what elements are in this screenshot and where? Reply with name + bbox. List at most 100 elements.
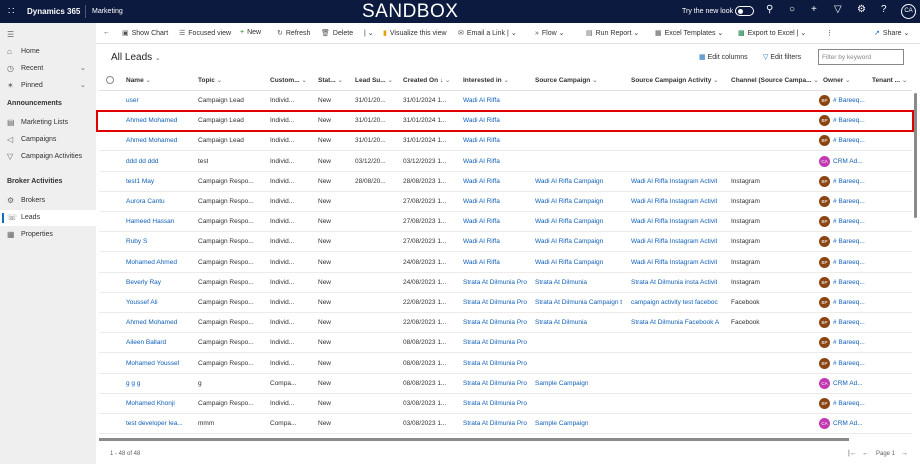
table-row[interactable]: Ahmed Mohamed Campaign Respo... Individ...…: [99, 313, 912, 334]
cell-owner[interactable]: # Bareeq...: [833, 178, 865, 185]
cell-activity[interactable]: Wadi Al Riffa Instagram Activit: [631, 238, 717, 245]
column-header[interactable]: Tenant ... ⌄: [872, 76, 907, 84]
sidebar-item-pinned[interactable]: ✶ Pinned ⌄: [0, 78, 96, 94]
table-row[interactable]: Mohamed Ahmed Campaign Respo... Individ...…: [99, 253, 912, 273]
cell-name[interactable]: Mohamed Youssef: [126, 360, 179, 367]
plus-icon[interactable]: +: [811, 4, 817, 15]
more-options-icon[interactable]: ⋮: [826, 29, 833, 37]
cell-interested[interactable]: Strata At Dilmunia Pro: [463, 420, 527, 427]
cell-campaign[interactable]: Wadi Al Riffa Campaign: [535, 198, 603, 205]
back-button[interactable]: ←: [103, 29, 110, 36]
focused-view-button[interactable]: ☰ Focused view: [179, 29, 231, 37]
cell-activity[interactable]: Strata At Dilmunia Facebook A: [631, 319, 719, 326]
filter-input[interactable]: Filter by keyword: [818, 49, 904, 65]
column-header[interactable]: Lead Su... ⌄: [355, 76, 393, 84]
cell-activity[interactable]: campaign activity test faceboc: [631, 299, 718, 306]
chevron-down-icon[interactable]: ⌄: [80, 81, 86, 89]
column-header[interactable]: Topic ⌄: [198, 76, 222, 84]
cell-owner[interactable]: # Bareeq...: [833, 137, 865, 144]
cell-campaign[interactable]: Strata At Dilmunia Campaign t: [535, 299, 622, 306]
cell-campaign[interactable]: Wadi Al Riffa Campaign: [535, 218, 603, 225]
cell-name[interactable]: Aileen Ballard: [126, 339, 166, 346]
help-icon[interactable]: ?: [881, 4, 887, 15]
cell-interested[interactable]: Strata At Dilmunia Pro: [463, 279, 527, 286]
sidebar-item-campaigns[interactable]: ◁ Campaigns: [0, 132, 96, 148]
flow-button[interactable]: » Flow ⌄: [535, 29, 565, 37]
new-button[interactable]: + New: [240, 29, 261, 36]
cell-interested[interactable]: Strata At Dilmunia Pro: [463, 380, 527, 387]
cell-owner[interactable]: # Bareeq...: [833, 259, 865, 266]
table-row[interactable]: test1 May Campaign Respo... Individ... New 2…: [99, 172, 912, 192]
cell-campaign[interactable]: Sample Campaign: [535, 380, 588, 387]
edit-filters-button[interactable]: ▽ Edit filters: [763, 53, 801, 61]
cell-owner[interactable]: # Bareeq...: [833, 198, 865, 205]
table-row[interactable]: Beverly Ray Campaign Respo... Individ... Ne…: [99, 273, 912, 293]
table-row[interactable]: Hameed Hassan Campaign Respo... Individ...…: [99, 212, 912, 233]
previous-page-button[interactable]: ←: [862, 450, 869, 457]
cell-owner[interactable]: CRM Ad...: [833, 158, 863, 165]
cell-interested[interactable]: Wadi Al Riffa: [463, 198, 500, 205]
cell-campaign[interactable]: Sample Campaign: [535, 420, 588, 427]
cell-name[interactable]: g g g: [126, 380, 140, 387]
table-row[interactable]: user Campaign Lead Individ... New 31/01/20..…: [99, 91, 912, 111]
cell-interested[interactable]: Wadi Al Riffa: [463, 178, 500, 185]
cell-name[interactable]: test1 May: [126, 178, 154, 185]
excel-templates-button[interactable]: ▦ Excel Templates ⌄: [655, 29, 723, 37]
table-row[interactable]: test developer lea... mmm Compa... New 03/08…: [99, 414, 912, 435]
cell-owner[interactable]: CRM Ad...: [833, 380, 863, 387]
refresh-button[interactable]: ↻ Refresh: [277, 29, 310, 37]
cell-owner[interactable]: # Bareeq...: [833, 339, 865, 346]
filter-icon[interactable]: ▽: [834, 4, 842, 15]
column-header[interactable]: Source Campaign Activity ⌄: [631, 76, 719, 84]
table-row[interactable]: g g g g Compa... New 08/08/2023 1... Strata A…: [99, 374, 912, 394]
cell-name[interactable]: Beverly Ray: [126, 279, 161, 286]
cell-interested[interactable]: Wadi Al Riffa: [463, 158, 500, 165]
column-header[interactable]: Name ⌄: [126, 76, 151, 84]
column-header[interactable]: Source Campaign ⌄: [535, 76, 598, 84]
view-selector[interactable]: All Leads ⌄: [111, 52, 161, 63]
vertical-scrollbar[interactable]: [914, 93, 917, 218]
sidebar-item-home[interactable]: ⌂ Home: [0, 44, 96, 60]
cell-name[interactable]: Mohamed Ahmed: [126, 259, 177, 266]
cell-name[interactable]: Youssef Ali: [126, 299, 158, 306]
next-page-button[interactable]: →: [901, 450, 908, 457]
cell-interested[interactable]: Wadi Al Riffa: [463, 238, 500, 245]
cell-owner[interactable]: # Bareeq...: [833, 97, 865, 104]
column-header[interactable]: Custom... ⌄: [270, 76, 307, 84]
table-row[interactable]: Ahmed Mohamed Campaign Lead Individ... New 3…: [99, 131, 912, 152]
cell-campaign[interactable]: Strata At Dilmunia: [535, 319, 587, 326]
delete-more-chevron[interactable]: | ⌄: [364, 29, 374, 37]
gear-icon[interactable]: ⚙: [857, 4, 866, 15]
first-page-button[interactable]: |←: [848, 450, 857, 457]
cell-name[interactable]: Ahmed Mohamed: [126, 137, 177, 144]
chevron-down-icon[interactable]: ⌄: [80, 64, 86, 72]
cell-owner[interactable]: # Bareeq...: [833, 279, 865, 286]
cell-owner[interactable]: # Bareeq...: [833, 360, 865, 367]
menu-toggle[interactable]: ☰: [0, 27, 96, 43]
app-launcher-icon[interactable]: ∷: [8, 6, 14, 17]
cell-campaign[interactable]: Wadi Al Riffa Campaign: [535, 178, 603, 185]
email-link-button[interactable]: ✉ Email a Link | ⌄: [458, 29, 517, 37]
column-header[interactable]: Owner ⌄: [823, 76, 851, 84]
sidebar-item-campaign-activities[interactable]: ▽ Campaign Activities: [0, 149, 96, 165]
lightbulb-icon[interactable]: ○: [789, 4, 795, 15]
cell-owner[interactable]: # Bareeq...: [833, 299, 865, 306]
cell-activity[interactable]: Wadi Al Riffa Instagram Activit: [631, 198, 717, 205]
sidebar-item-brokers[interactable]: ⚙ Brokers: [0, 193, 96, 209]
visualize-button[interactable]: ▮ Visualize this view: [383, 29, 447, 37]
cell-owner[interactable]: # Bareeq...: [833, 218, 865, 225]
sidebar-item-marketing-lists[interactable]: ▤ Marketing Lists: [0, 115, 96, 131]
cell-activity[interactable]: Wadi Al Riffa Instagram Activit: [631, 259, 717, 266]
select-all-checkbox[interactable]: [106, 76, 114, 84]
user-avatar[interactable]: CA: [901, 4, 916, 19]
cell-name[interactable]: Aurora Cantu: [126, 198, 165, 205]
cell-interested[interactable]: Wadi Al Riffa: [463, 97, 500, 104]
cell-name[interactable]: user: [126, 97, 139, 104]
cell-campaign[interactable]: Wadi Al Riffa Campaign: [535, 259, 603, 266]
table-row[interactable]: Youssef Ali Campaign Respo... Individ... Ne…: [99, 293, 912, 313]
column-header[interactable]: Channel (Source Campa... ⌄: [731, 76, 819, 84]
cell-campaign[interactable]: Strata At Dilmunia: [535, 279, 587, 286]
table-row[interactable]: ddd dd ddd test Individ... New 03/12/20... 03…: [99, 152, 912, 172]
cell-name[interactable]: Ahmed Mohamed: [126, 319, 177, 326]
show-chart-button[interactable]: ▣ Show Chart: [122, 29, 168, 37]
